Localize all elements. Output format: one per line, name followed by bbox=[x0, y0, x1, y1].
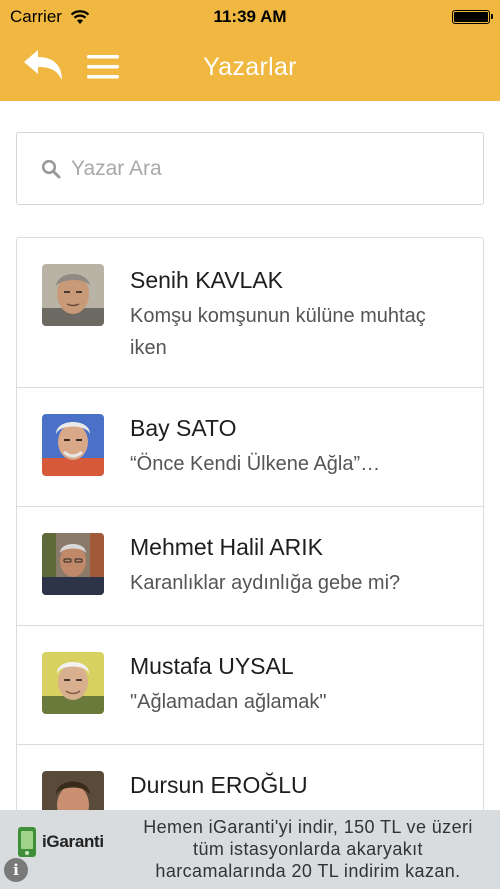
author-name: Senih KAVLAK bbox=[130, 267, 284, 293]
igaranti-logo-icon bbox=[18, 827, 36, 857]
ad-line: tüm istasyonlarda akaryakıt bbox=[193, 839, 423, 859]
author-avatar bbox=[42, 414, 104, 476]
author-avatar bbox=[42, 533, 104, 595]
author-list-item[interactable]: Bay SATO “Önce Kendi Ülkene Ağla”… bbox=[17, 388, 483, 507]
author-name: Mustafa UYSAL bbox=[130, 653, 294, 679]
page-title-text: Yazarlar bbox=[203, 53, 297, 81]
nav-bar: Yazarlar bbox=[0, 34, 500, 101]
ad-line: Hemen iGaranti'yi indir, 150 TL ve üzeri bbox=[143, 817, 473, 837]
author-list-item[interactable]: Senih KAVLAK Komşu komşunun külüne muhta… bbox=[17, 238, 483, 388]
ad-banner[interactable]: iGaranti Hemen iGaranti'yi indir, 150 TL… bbox=[0, 810, 500, 889]
status-bar: Carrier 11:39 AM bbox=[0, 0, 500, 34]
search-input[interactable] bbox=[71, 156, 451, 181]
battery-icon bbox=[452, 10, 493, 24]
author-name: Bay SATO bbox=[130, 415, 237, 441]
author-excerpt: Karanlıklar aydınlığa gebe mi? bbox=[130, 572, 401, 594]
clock: 11:39 AM bbox=[213, 7, 287, 26]
ad-text: Hemen iGaranti'yi indir, 150 TL ve üzeri… bbox=[120, 816, 496, 882]
ad-line: harcamalarında 20 TL indirim kazan. bbox=[155, 861, 461, 881]
author-list: Senih KAVLAK Komşu komşunun külüne muhta… bbox=[16, 237, 484, 837]
page-title: Yazarlar bbox=[0, 53, 500, 82]
author-avatar bbox=[42, 652, 104, 714]
author-name: Mehmet Halil ARIK bbox=[130, 534, 324, 560]
search-box[interactable] bbox=[16, 132, 484, 205]
ad-brand: iGaranti bbox=[42, 832, 104, 851]
author-list-item[interactable]: Mehmet Halil ARIK Karanlıklar aydınlığa … bbox=[17, 507, 483, 626]
app-header: Carrier 11:39 AM Yazarlar bbox=[0, 0, 500, 101]
ad-logo: iGaranti bbox=[16, 822, 116, 862]
search-icon bbox=[41, 159, 61, 178]
ad-info-icon[interactable]: i bbox=[4, 858, 28, 882]
author-excerpt: Komşu komşunun külüne muhtaç iken bbox=[130, 305, 426, 359]
author-avatar bbox=[42, 264, 104, 326]
author-list-item[interactable]: Mustafa UYSAL "Ağlamadan ağlamak" bbox=[17, 626, 483, 745]
author-excerpt: “Önce Kendi Ülkene Ağla”… bbox=[130, 453, 381, 475]
author-name: Dursun EROĞLU bbox=[130, 772, 308, 798]
author-excerpt: "Ağlamadan ağlamak" bbox=[130, 691, 327, 713]
